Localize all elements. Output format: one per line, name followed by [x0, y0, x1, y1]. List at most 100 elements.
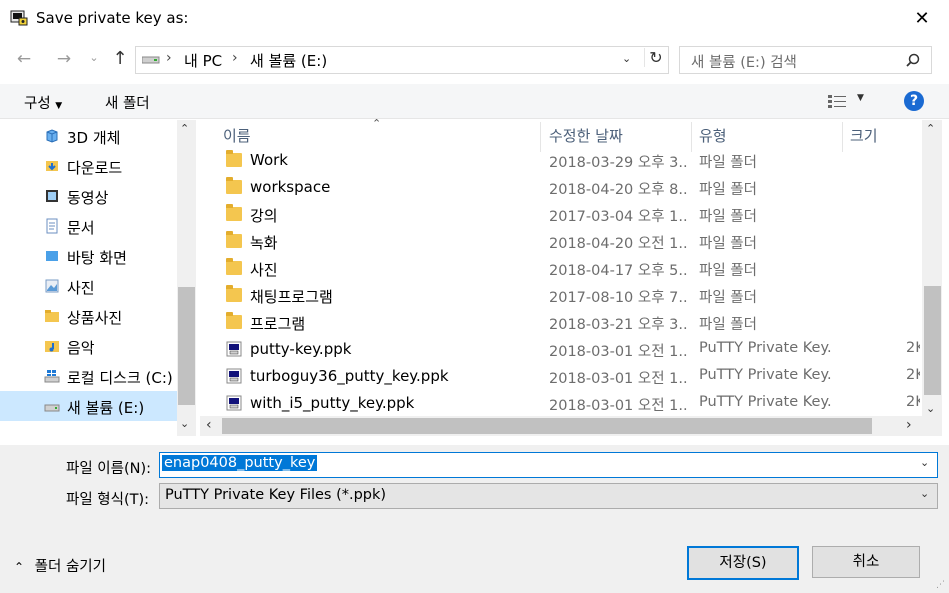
back-arrow-icon[interactable]: ←	[12, 49, 36, 69]
drive-icon	[44, 398, 60, 414]
folder-icon	[226, 258, 242, 275]
file-row[interactable]: workspace 2018-04-20 오후 8... 파일 폴더	[220, 174, 920, 201]
file-name: Work	[250, 151, 288, 169]
sidebar-item-6[interactable]: 사진	[0, 271, 177, 301]
filetype-dropdown-icon[interactable]: ⌄	[920, 487, 929, 500]
breadcrumb-volume-e[interactable]: 새 볼륨 (E:)	[250, 50, 327, 71]
file-list-scrollbar[interactable]: ⌃ ⌄	[922, 120, 942, 436]
window-title: Save private key as:	[36, 9, 189, 27]
forward-arrow-icon[interactable]: →	[52, 49, 76, 69]
column-header-date[interactable]: 수정한 날짜	[549, 125, 623, 149]
scrollbar-thumb[interactable]	[222, 418, 872, 434]
folder-icon	[226, 204, 242, 221]
hide-folders-toggle[interactable]: ⌃ 폴더 숨기기	[14, 555, 106, 576]
sidebar-item-10[interactable]: 새 볼륨 (E:)	[0, 391, 177, 421]
sidebar-item-4[interactable]: 문서	[0, 211, 177, 241]
column-header-type[interactable]: 유형	[699, 125, 727, 149]
putty-app-icon	[10, 10, 28, 26]
sidebar-item-label: 바탕 화면	[67, 249, 127, 267]
scroll-down-icon[interactable]: ⌄	[180, 417, 189, 430]
file-row[interactable]: Work 2018-03-29 오후 3... 파일 폴더	[220, 147, 920, 174]
file-date: 2017-08-10 오후 7...	[549, 290, 687, 306]
scrollbar-thumb[interactable]	[178, 287, 195, 405]
desktop-icon	[44, 248, 60, 264]
file-row[interactable]: 사진 2018-04-17 오후 5... 파일 폴더	[220, 255, 920, 282]
horizontal-scrollbar[interactable]: ‹ ›	[200, 416, 922, 436]
view-options-icon[interactable]: ▼	[826, 90, 870, 112]
sidebar-item-5[interactable]: 바탕 화면	[0, 241, 177, 271]
sidebar-item-8[interactable]: 음악	[0, 331, 177, 361]
file-row[interactable]: with_i5_putty_key.ppk 2018-03-01 오전 1... P…	[220, 390, 920, 417]
scroll-left-icon[interactable]: ‹	[206, 417, 212, 433]
file-date: 2018-04-20 오전 1...	[549, 236, 687, 252]
3d-objects-icon	[44, 128, 60, 144]
sidebar-scrollbar[interactable]: ⌃ ⌄	[177, 120, 196, 436]
file-name: with_i5_putty_key.ppk	[250, 394, 415, 412]
organize-menu-button[interactable]: 구성 ▼	[24, 92, 62, 113]
drive-icon	[142, 56, 160, 64]
file-row[interactable]: turboguy36_putty_key.ppk 2018-03-01 오전 1.…	[220, 363, 920, 390]
scroll-right-icon[interactable]: ›	[906, 417, 912, 433]
help-icon[interactable]: ?	[904, 91, 924, 111]
filename-dropdown-icon[interactable]: ⌄	[920, 456, 929, 469]
refresh-icon[interactable]: ↻	[644, 48, 667, 67]
organize-label: 구성	[24, 96, 51, 112]
file-name: workspace	[250, 178, 331, 196]
pictures-icon	[44, 278, 60, 294]
resize-grip-icon[interactable]: ⋰	[936, 580, 946, 590]
file-row[interactable]: 녹화 2018-04-20 오전 1... 파일 폴더	[220, 228, 920, 255]
file-row[interactable]: 채팅프로그램 2017-08-10 오후 7... 파일 폴더	[220, 282, 920, 309]
scroll-down-icon[interactable]: ⌄	[926, 402, 935, 415]
new-folder-button[interactable]: 새 폴더	[105, 92, 150, 113]
save-button[interactable]: 저장(S)	[687, 546, 799, 580]
filetype-label: 파일 형식(T):	[66, 492, 150, 508]
ppk-file-icon	[226, 368, 242, 384]
sidebar-item-label: 사진	[67, 279, 95, 297]
file-row[interactable]: 프로그램 2018-03-21 오후 3... 파일 폴더	[220, 309, 920, 336]
address-bar[interactable]: › 내 PC › 새 볼륨 (E:) ⌄ ↻	[135, 46, 669, 74]
cancel-button[interactable]: 취소	[812, 546, 920, 578]
file-type: 파일 폴더	[699, 236, 757, 252]
sidebar-item-2[interactable]: 다운로드	[0, 151, 177, 181]
scrollbar-thumb[interactable]	[924, 286, 941, 395]
sidebar-item-7[interactable]: 상품사진	[0, 301, 177, 331]
file-row[interactable]: putty-key.ppk 2018-03-01 오전 1... PuTTY Pri…	[220, 336, 920, 363]
sidebar-item-3[interactable]: 동영상	[0, 181, 177, 211]
address-dropdown-icon[interactable]: ⌄	[622, 52, 631, 65]
sidebar-item-label: 음악	[67, 339, 95, 357]
sidebar-item-label: 3D 개체	[67, 129, 121, 147]
sidebar-item-9[interactable]: 로컬 디스크 (C:)	[0, 361, 177, 391]
sidebar-item-label: 상품사진	[67, 309, 123, 327]
close-icon[interactable]: ✕	[905, 4, 939, 34]
filename-value: enap0408_putty_key	[162, 455, 318, 471]
sort-ascending-icon: ⌃	[372, 117, 382, 130]
file-date: 2018-03-21 오후 3...	[549, 317, 687, 333]
file-size: 2K	[906, 340, 920, 356]
breadcrumb-my-pc[interactable]: 내 PC	[184, 50, 222, 71]
file-type: 파일 폴더	[699, 155, 757, 171]
scroll-up-icon[interactable]: ⌃	[926, 122, 935, 135]
file-type: PuTTY Private Key...	[699, 367, 831, 383]
file-type: 파일 폴더	[699, 290, 757, 306]
sidebar-item-label: 다운로드	[67, 159, 123, 177]
file-name: 채팅프로그램	[250, 288, 333, 306]
folder-icon	[226, 312, 242, 329]
filetype-value: PuTTY Private Key Files (*.ppk)	[165, 487, 387, 503]
file-row[interactable]: 강의 2017-03-04 오후 1... 파일 폴더	[220, 201, 920, 228]
search-input[interactable]: 새 볼륨 (E:) 검색	[679, 46, 932, 74]
filetype-select[interactable]: PuTTY Private Key Files (*.ppk) ⌄	[159, 483, 938, 509]
filename-input[interactable]: enap0408_putty_key ⌄	[159, 452, 938, 478]
sidebar-item-label: 문서	[67, 219, 95, 237]
file-date: 2018-04-17 오후 5...	[549, 263, 687, 279]
sidebar-item-1[interactable]: 3D 개체	[0, 121, 177, 151]
file-date: 2018-03-01 오전 1...	[549, 398, 687, 414]
file-name: 녹화	[250, 234, 278, 252]
scroll-up-icon[interactable]: ⌃	[180, 122, 189, 135]
music-icon	[44, 338, 60, 354]
search-icon[interactable]	[906, 53, 920, 67]
up-arrow-icon[interactable]: ↑	[108, 48, 132, 69]
recent-locations-chevron-icon[interactable]: ⌄	[86, 51, 102, 64]
column-header-size[interactable]: 크기	[850, 125, 878, 149]
column-header-name[interactable]: 이름	[223, 125, 251, 149]
folder-icon	[44, 308, 60, 324]
